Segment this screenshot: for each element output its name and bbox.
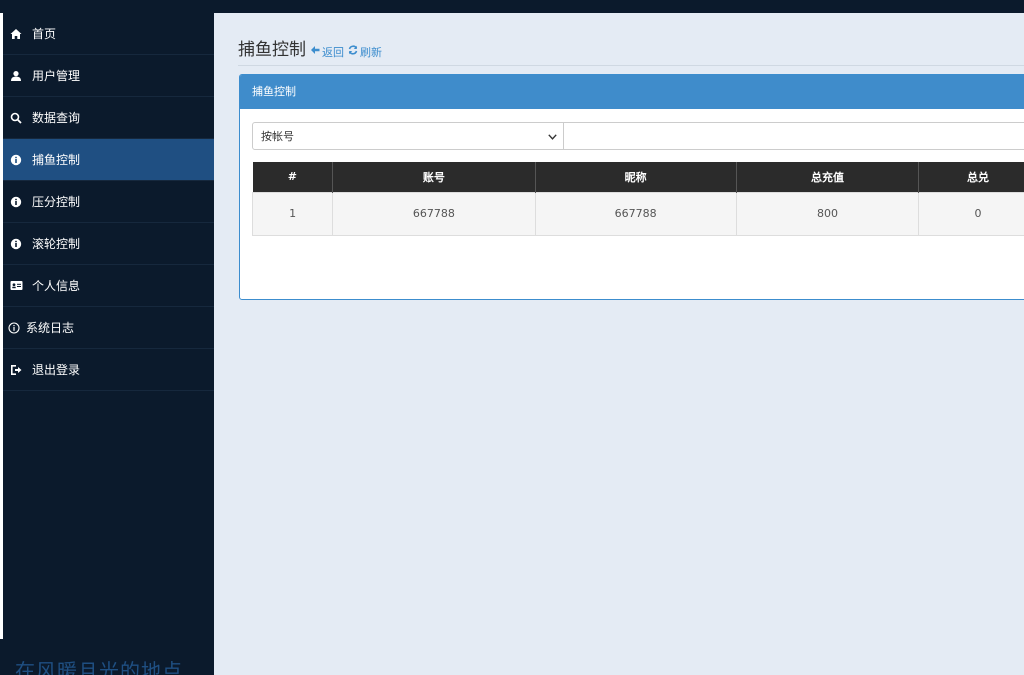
column-header-nickname: 昵称 [535, 162, 737, 192]
sidebar-item-label: 退出登录 [32, 363, 81, 377]
filter-row: 按帐号 [252, 122, 1024, 150]
main-content: 捕鱼控制 返回 刷新 捕鱼控制 按帐号 # 账号 昵称 总充值 总兑 1 667… [214, 13, 1024, 675]
id-card-icon [9, 279, 23, 293]
arrow-left-icon [310, 45, 322, 58]
cell-nickname: 667788 [534, 191, 737, 236]
home-icon [9, 27, 23, 41]
info-circle-icon [9, 153, 23, 167]
cell-account: 667788 [332, 191, 536, 236]
search-icon [9, 111, 23, 125]
sidebar-item-fishing-control[interactable]: 捕鱼控制 [3, 139, 214, 181]
table-row[interactable]: 1 667788 667788 800 0 [251, 191, 1024, 236]
sidebar-item-label: 数据查询 [32, 111, 81, 125]
sidebar-item-logout[interactable]: 退出登录 [3, 349, 214, 391]
sidebar-item-home[interactable]: 首页 [3, 13, 214, 55]
control-panel: 捕鱼控制 按帐号 # 账号 昵称 总充值 总兑 1 667788 667788 … [239, 74, 1024, 300]
filter-type-value: 按帐号 [261, 130, 294, 143]
user-icon [9, 69, 23, 83]
info-outline-icon [7, 321, 21, 335]
column-header-index: # [252, 162, 334, 192]
page-title: 捕鱼控制 [238, 40, 306, 60]
sidebar-item-label: 用户管理 [32, 69, 81, 83]
info-circle-icon [9, 237, 23, 251]
column-header-total-recharge: 总充值 [736, 162, 920, 192]
sidebar: 首页 用户管理 数据查询 捕鱼控制 压分控制 滚轮控制 个人信息 系统日志 退出… [0, 13, 214, 675]
cell-index: 1 [251, 191, 334, 236]
search-input[interactable] [564, 122, 1024, 150]
cell-total-recharge: 800 [735, 191, 920, 236]
filter-type-select[interactable]: 按帐号 [252, 122, 564, 150]
data-table: # 账号 昵称 总充值 总兑 1 667788 667788 800 0 [251, 162, 1024, 236]
panel-heading: 捕鱼控制 [240, 75, 1024, 109]
back-link-label: 返回 [322, 45, 344, 59]
sidebar-item-user-management[interactable]: 用户管理 [3, 55, 214, 97]
sidebar-item-label: 系统日志 [26, 321, 75, 335]
sign-out-icon [9, 363, 23, 377]
page-header: 捕鱼控制 返回 刷新 [238, 35, 1024, 66]
refresh-icon [348, 45, 360, 58]
back-link[interactable]: 返回 [310, 44, 344, 60]
column-header-account: 账号 [332, 162, 536, 192]
column-header-total-exchange: 总兑 [918, 162, 1024, 192]
sidebar-item-score-control[interactable]: 压分控制 [3, 181, 214, 223]
sidebar-item-system-log[interactable]: 系统日志 [3, 307, 214, 349]
table-header-row: # 账号 昵称 总充值 总兑 [252, 162, 1024, 192]
sidebar-item-label: 滚轮控制 [32, 237, 81, 251]
sidebar-nav: 首页 用户管理 数据查询 捕鱼控制 压分控制 滚轮控制 个人信息 系统日志 退出… [3, 13, 214, 391]
sidebar-item-wheel-control[interactable]: 滚轮控制 [3, 223, 214, 265]
sidebar-item-data-query[interactable]: 数据查询 [3, 97, 214, 139]
cell-total-exchange: 0 [918, 191, 1024, 236]
sidebar-item-label: 首页 [32, 27, 57, 41]
sidebar-footer-text: 在风暖且光的地点 [15, 659, 183, 675]
info-circle-icon [9, 195, 23, 209]
chevron-down-icon [548, 130, 557, 143]
top-bar [0, 0, 1024, 13]
refresh-link-label: 刷新 [360, 45, 382, 59]
refresh-link[interactable]: 刷新 [348, 44, 382, 60]
sidebar-item-label: 个人信息 [32, 279, 81, 293]
sidebar-item-label: 压分控制 [32, 195, 81, 209]
sidebar-item-personal-info[interactable]: 个人信息 [3, 265, 214, 307]
sidebar-item-label: 捕鱼控制 [32, 153, 81, 167]
